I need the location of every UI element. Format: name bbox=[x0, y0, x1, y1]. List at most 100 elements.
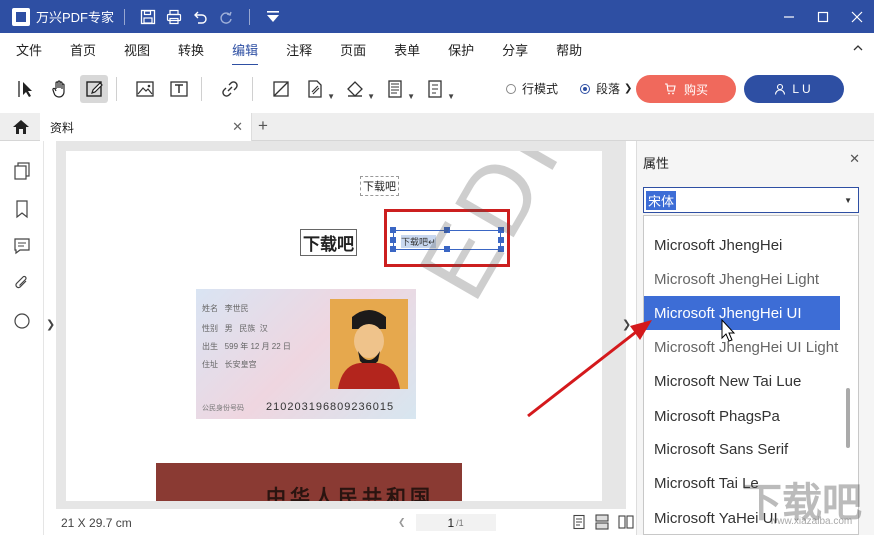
chevron-down-icon[interactable]: ▼ bbox=[844, 196, 852, 205]
print-icon[interactable] bbox=[165, 8, 183, 26]
text-block-large[interactable]: 下载吧 bbox=[300, 229, 357, 256]
resize-handle[interactable] bbox=[390, 237, 396, 243]
menu-view[interactable]: 视图 bbox=[124, 36, 150, 63]
id-gender-row: 性别 男 民族 汉 bbox=[202, 324, 268, 333]
user-account-button[interactable]: LU bbox=[744, 75, 844, 103]
add-text-icon[interactable] bbox=[165, 75, 193, 103]
buy-button[interactable]: 购买 bbox=[636, 75, 736, 103]
app-title: 万兴PDF专家 bbox=[36, 10, 115, 25]
edit-all-tool-icon[interactable] bbox=[80, 75, 108, 103]
close-tab-icon[interactable]: ✕ bbox=[232, 119, 243, 135]
quick-access-dropdown-icon[interactable] bbox=[264, 8, 282, 26]
font-option[interactable]: Microsoft JhengHei UI Light bbox=[644, 330, 840, 364]
properties-title: 属性 bbox=[643, 156, 670, 171]
page-navigator: ❮ 1/1 bbox=[398, 514, 528, 531]
font-family-select[interactable]: 宋体 ▼ bbox=[643, 187, 859, 213]
bates-number-icon[interactable]: ▼ bbox=[421, 75, 455, 103]
background-tool-icon[interactable]: ▼ bbox=[341, 75, 375, 103]
maximize-button[interactable] bbox=[806, 0, 840, 33]
font-option[interactable]: Microsoft JhengHei Light bbox=[644, 262, 840, 296]
user-label: LU bbox=[792, 82, 814, 96]
header-footer-icon[interactable]: ▼ bbox=[381, 75, 415, 103]
id-address-row: 住址 长安皇宫 bbox=[202, 360, 257, 369]
resize-handle[interactable] bbox=[390, 227, 396, 233]
line-mode-radio[interactable] bbox=[506, 83, 516, 94]
close-window-button[interactable] bbox=[840, 0, 874, 33]
paragraph-mode-label: 段落 bbox=[596, 82, 621, 96]
toolbar-more-icon[interactable]: ❯ bbox=[624, 83, 632, 94]
tab-document-label: 资料 bbox=[50, 120, 75, 135]
home-icon[interactable] bbox=[12, 119, 30, 135]
tab-bar: 资料 ✕ + bbox=[0, 113, 874, 141]
crop-icon[interactable] bbox=[267, 75, 295, 103]
hand-tool-icon[interactable] bbox=[46, 75, 74, 103]
buy-label: 购买 bbox=[683, 82, 708, 97]
menu-share[interactable]: 分享 bbox=[502, 36, 528, 63]
status-bar: 21 X 29.7 cm ❮ 1/1 bbox=[44, 509, 636, 535]
id-birth-row: 出生 599 年 12 月 22 日 bbox=[202, 342, 291, 351]
select-tool-icon[interactable] bbox=[12, 75, 40, 103]
toolbar-separator bbox=[201, 77, 202, 101]
comments-icon[interactable] bbox=[12, 236, 32, 256]
document-viewport[interactable]: 下载吧 下载吧 下载吧↵ 姓名 李世民 性别 男 民族 汉 出生 599 年 1… bbox=[56, 141, 626, 509]
menu-protect[interactable]: 保护 bbox=[448, 36, 474, 63]
menu-home[interactable]: 首页 bbox=[70, 36, 96, 63]
id-number-label: 公民身份号码 bbox=[202, 405, 244, 412]
page-number-input[interactable]: 1/1 bbox=[415, 514, 496, 531]
minimize-button[interactable] bbox=[772, 0, 806, 33]
line-mode-label: 行模式 bbox=[522, 82, 559, 96]
font-option[interactable]: Microsoft PhagsPa bbox=[644, 399, 840, 433]
app-logo-icon bbox=[12, 7, 30, 26]
two-page-view-icon[interactable] bbox=[618, 514, 634, 530]
pdf-page[interactable]: 下载吧 下载吧 下载吧↵ 姓名 李世民 性别 男 民族 汉 出生 599 年 1… bbox=[66, 151, 602, 501]
new-tab-button[interactable]: + bbox=[258, 116, 268, 136]
close-panel-icon[interactable]: ✕ bbox=[849, 151, 860, 167]
font-option[interactable]: Microsoft New Tai Lue bbox=[644, 364, 840, 398]
menu-page[interactable]: 页面 bbox=[340, 36, 366, 63]
id-card-image[interactable]: 姓名 李世民 性别 男 民族 汉 出生 599 年 12 月 22 日 住址 长… bbox=[196, 289, 416, 419]
bookmark-icon[interactable] bbox=[12, 199, 32, 219]
search-panel-icon[interactable] bbox=[12, 311, 32, 331]
page-size-readout: 21 X 29.7 cm bbox=[61, 516, 132, 530]
font-option[interactable]: Microsoft Sans Serif bbox=[644, 432, 840, 466]
card-heading: 中华人民共和国 bbox=[266, 487, 434, 501]
font-list-scrollbar[interactable] bbox=[846, 388, 850, 448]
edit-mode-radio-group: 行模式 段落 ❯ bbox=[506, 80, 632, 97]
link-icon[interactable] bbox=[216, 75, 244, 103]
editor-watermark: EDITOR bbox=[396, 151, 602, 318]
redo-icon[interactable] bbox=[217, 8, 235, 26]
add-image-icon[interactable] bbox=[131, 75, 159, 103]
user-icon bbox=[775, 83, 786, 95]
menu-edit[interactable]: 编辑 bbox=[232, 36, 259, 66]
collapse-ribbon-icon[interactable] bbox=[852, 42, 864, 54]
font-family-value: 宋体 bbox=[646, 190, 677, 210]
menu-file[interactable]: 文件 bbox=[16, 36, 42, 63]
toolbar-separator bbox=[116, 77, 117, 101]
single-page-view-icon[interactable] bbox=[571, 514, 587, 530]
watermark-tool-icon[interactable]: ▼ bbox=[301, 75, 335, 103]
toolbar-separator bbox=[252, 77, 253, 101]
text-block-small[interactable]: 下载吧 bbox=[360, 176, 399, 196]
attachment-icon[interactable] bbox=[12, 273, 32, 293]
menu-comment[interactable]: 注释 bbox=[286, 36, 312, 63]
title-bar: 万兴PDF专家 bbox=[0, 0, 874, 33]
collapse-right-panel-icon[interactable]: ❯ bbox=[622, 318, 631, 331]
portrait-photo bbox=[330, 299, 408, 389]
font-option-highlighted[interactable]: Microsoft JhengHei UI bbox=[644, 296, 840, 330]
undo-icon[interactable] bbox=[191, 8, 209, 26]
resize-handle[interactable] bbox=[390, 246, 396, 252]
thumbnails-icon[interactable] bbox=[12, 161, 32, 181]
font-option[interactable]: Microsoft JhengHei bbox=[644, 228, 840, 262]
second-card-image[interactable]: 中华人民共和国 bbox=[156, 463, 462, 501]
menu-convert[interactable]: 转换 bbox=[178, 36, 204, 63]
continuous-view-icon[interactable] bbox=[594, 514, 610, 530]
prev-page-icon[interactable]: ❮ bbox=[398, 517, 406, 528]
save-icon[interactable] bbox=[139, 8, 157, 26]
menu-form[interactable]: 表单 bbox=[394, 36, 420, 63]
menu-help[interactable]: 帮助 bbox=[556, 36, 582, 63]
paragraph-mode-radio[interactable] bbox=[580, 83, 591, 94]
id-number: 210203196809236015 bbox=[266, 401, 395, 413]
left-sidebar bbox=[0, 141, 44, 535]
tab-document[interactable]: 资料 ✕ bbox=[40, 113, 252, 141]
expand-left-panel-icon[interactable]: ❯ bbox=[46, 318, 55, 331]
